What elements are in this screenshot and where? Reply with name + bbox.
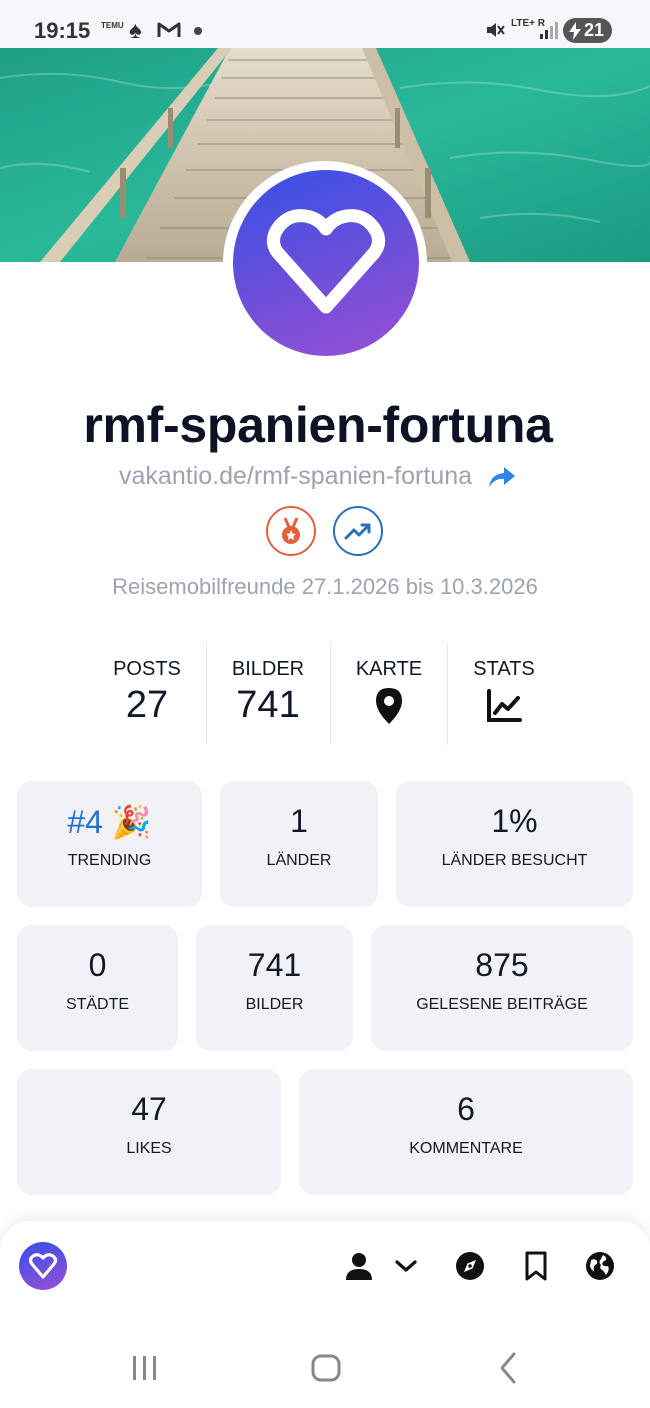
card-likes[interactable]: 47 LIKES	[17, 1069, 281, 1195]
card-trending[interactable]: #4 🎉 TRENDING	[17, 781, 202, 907]
stat-label: KARTE	[355, 658, 423, 680]
back-button[interactable]	[496, 1350, 520, 1386]
status-bar: 19:15 TEMU ♠ LTE+ R 21	[0, 0, 650, 48]
card-label: STÄDTE	[65, 996, 130, 1013]
card-label: KOMMENTARE	[409, 1140, 523, 1157]
trending-badge[interactable]	[333, 506, 383, 556]
spade-notification-icon: ♠	[129, 17, 142, 44]
profile-url[interactable]: vakantio.de/rmf-spanien-fortuna	[119, 462, 472, 490]
status-time: 19:15	[34, 18, 91, 43]
stat-posts[interactable]: POSTS 27	[100, 658, 194, 727]
chart-line-icon	[487, 689, 522, 722]
globe-icon	[586, 1252, 614, 1280]
profile-username: rmf-spanien-fortuna	[83, 397, 553, 453]
travel-period: Reisemobilfreunde 27.1.2026 bis 10.3.202…	[112, 574, 538, 599]
compass-icon	[456, 1252, 484, 1280]
card-label: TRENDING	[67, 852, 152, 869]
card-value: 47	[131, 1091, 167, 1127]
more-notifications-dot	[194, 27, 202, 35]
stat-divider	[330, 643, 331, 745]
signal-icon	[540, 22, 558, 39]
world-button[interactable]	[584, 1250, 616, 1282]
mute-icon	[487, 23, 505, 37]
stat-karte[interactable]: KARTE	[344, 658, 434, 730]
card-staedte[interactable]: 0 STÄDTE	[17, 925, 178, 1051]
card-value: 0	[88, 947, 107, 983]
profile-menu-button[interactable]	[343, 1250, 375, 1282]
stat-divider	[447, 643, 448, 745]
bookmarks-button[interactable]	[520, 1250, 552, 1282]
card-value: 875	[475, 947, 529, 983]
card-gelesene-beitraege[interactable]: 875 GELESENE BEITRÄGE	[371, 925, 633, 1051]
home-button[interactable]	[310, 1350, 342, 1386]
medal-badge[interactable]	[266, 506, 316, 556]
card-value: 1	[290, 803, 308, 839]
card-value: #4 🎉	[67, 804, 152, 840]
temu-notification-icon: TEMU	[101, 21, 124, 30]
card-value: 6	[457, 1091, 475, 1127]
card-bilder[interactable]: 741 BILDER	[196, 925, 353, 1051]
charging-icon	[569, 22, 581, 40]
card-laender[interactable]: 1 LÄNDER	[220, 781, 378, 907]
stat-divider	[206, 643, 207, 745]
avatar[interactable]	[233, 170, 419, 356]
stat-bilder[interactable]: BILDER 741	[220, 658, 316, 727]
card-kommentare[interactable]: 6 KOMMENTARE	[299, 1069, 633, 1195]
stat-value: 741	[236, 684, 300, 726]
bookmark-icon	[525, 1251, 547, 1281]
card-value: 741	[247, 947, 302, 983]
medal-icon	[282, 517, 300, 544]
trending-icon	[344, 523, 371, 540]
stat-value: 27	[125, 684, 169, 726]
card-label: LÄNDER	[266, 852, 332, 869]
stat-label: BILDER	[231, 658, 305, 680]
logo-icon	[28, 1253, 58, 1279]
card-label: LIKES	[126, 1140, 172, 1157]
home-logo-button[interactable]	[19, 1242, 67, 1290]
battery-indicator: 21	[563, 18, 612, 43]
gmail-notification-icon	[157, 22, 181, 37]
profile-menu-toggle[interactable]	[390, 1250, 422, 1282]
share-icon[interactable]	[487, 465, 517, 489]
heart-logo-icon	[266, 209, 386, 314]
chevron-down-icon	[395, 1260, 417, 1272]
card-value: 1%	[491, 803, 538, 839]
user-icon	[346, 1253, 372, 1280]
card-label: LÄNDER BESUCHT	[441, 852, 588, 869]
stat-stats[interactable]: STATS	[461, 658, 547, 728]
card-label: BILDER	[245, 996, 304, 1013]
recent-apps-button[interactable]	[131, 1350, 159, 1386]
stat-label: STATS	[473, 658, 535, 680]
profile-url-row: vakantio.de/rmf-spanien-fortuna	[0, 462, 636, 491]
stat-label: POSTS	[113, 658, 181, 680]
map-pin-icon	[376, 688, 402, 724]
card-label: GELESENE BEITRÄGE	[416, 996, 588, 1013]
explore-button[interactable]	[454, 1250, 486, 1282]
card-laender-besucht[interactable]: 1% LÄNDER BESUCHT	[396, 781, 633, 907]
battery-level: 21	[583, 20, 604, 40]
